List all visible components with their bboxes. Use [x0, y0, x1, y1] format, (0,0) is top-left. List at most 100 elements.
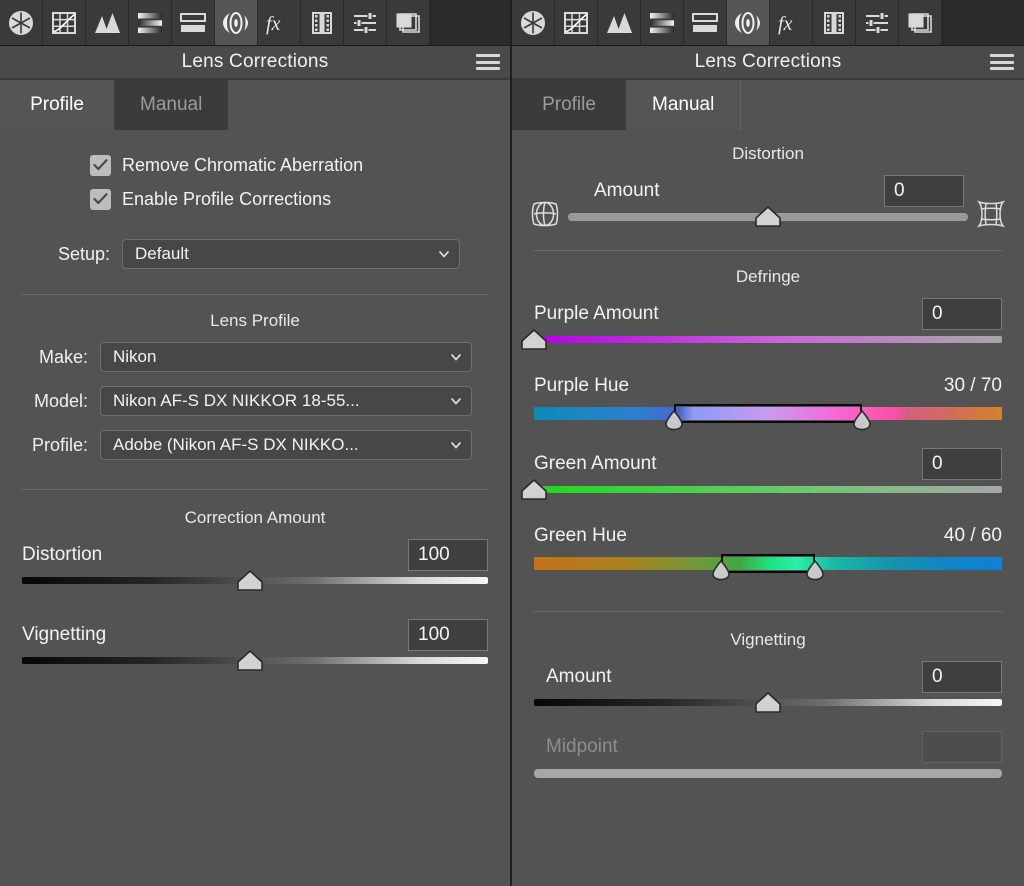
- slider-knob-distortion-amount[interactable]: [754, 206, 782, 228]
- slider-value-distortion-amount[interactable]: 0: [884, 175, 964, 207]
- slider-track-green-amount[interactable]: [521, 479, 1002, 509]
- slider-track-fill-purple-amount: [534, 336, 1002, 343]
- setup-select[interactable]: Default: [122, 239, 460, 269]
- toolbar-filler: [430, 0, 510, 45]
- slider-knob-purple-amount[interactable]: [520, 329, 548, 351]
- slider-value-purple-amount[interactable]: 0: [922, 298, 1002, 330]
- detail-icon[interactable]: [598, 0, 640, 45]
- slider-value-vignetting[interactable]: 100: [408, 619, 488, 651]
- slider-label-green-hue: Green Hue: [534, 525, 627, 546]
- hsl-grayscale-icon[interactable]: [129, 0, 171, 45]
- effects-fx-icon[interactable]: fx: [770, 0, 812, 45]
- slider-knob-green-hue-low[interactable]: [707, 559, 735, 581]
- aperture-basic-icon[interactable]: [512, 0, 554, 45]
- slider-knob-green-amount[interactable]: [520, 479, 548, 501]
- slider-green-amount: Green Amount 0: [521, 447, 1002, 509]
- lens-corrections-app: fx Lens Corrections Profile Manual Remov…: [0, 0, 1024, 886]
- distortion-amount-row: Amount 0: [512, 174, 1024, 236]
- tab-manual[interactable]: Manual: [114, 80, 229, 130]
- slider-value-vignetting-amount[interactable]: 0: [922, 661, 1002, 693]
- lens-corrections-icon[interactable]: [215, 0, 257, 45]
- model-select[interactable]: Nikon AF-S DX NIKKOR 18-55...: [100, 386, 472, 416]
- right-panel-title: Lens Corrections: [694, 51, 842, 72]
- chevron-down-icon: [451, 442, 461, 449]
- tone-curve-icon[interactable]: [43, 0, 85, 45]
- slider-knob-distortion[interactable]: [236, 570, 264, 592]
- left-panel: fx Lens Corrections Profile Manual Remov…: [0, 0, 512, 886]
- make-select[interactable]: Nikon: [100, 342, 472, 372]
- camera-calibration-icon[interactable]: [813, 0, 855, 45]
- hamburger-menu-icon[interactable]: [990, 54, 1014, 70]
- slider-knob-vignetting-amount[interactable]: [754, 692, 782, 714]
- lens-profile-heading: Lens Profile: [210, 311, 300, 330]
- check-icon: [93, 159, 108, 171]
- checkbox-remove-chromatic-aberration[interactable]: [90, 154, 111, 176]
- slider-knob-purple-hue-high[interactable]: [848, 409, 876, 431]
- tone-curve-icon[interactable]: [555, 0, 597, 45]
- slider-knob-purple-hue-low[interactable]: [660, 409, 688, 431]
- snapshots-layers-icon[interactable]: [899, 0, 941, 45]
- slider-track-purple-hue[interactable]: [534, 403, 1002, 437]
- slider-purple-amount: Purple Amount 0: [521, 297, 1002, 359]
- profile-row: Profile: Adobe (Nikon AF-S DX NIKKO...: [22, 429, 472, 461]
- slider-knob-vignetting[interactable]: [236, 650, 264, 672]
- tab-row-filler: [740, 80, 1024, 130]
- profile-label: Profile:: [31, 434, 88, 455]
- aperture-basic-icon[interactable]: [0, 0, 42, 45]
- checkbox-row-remove-chromatic-aberration[interactable]: Remove Chromatic Aberration: [90, 148, 510, 182]
- camera-calibration-icon[interactable]: [301, 0, 343, 45]
- right-panel-tabs: Profile Manual: [512, 80, 1024, 130]
- split-toning-icon[interactable]: [684, 0, 726, 45]
- divider-above-correction-amount: [22, 489, 488, 490]
- slider-track-distortion[interactable]: [22, 570, 488, 600]
- setup-select-value: Default: [135, 244, 189, 263]
- split-toning-icon[interactable]: [172, 0, 214, 45]
- slider-value-green-amount[interactable]: 0: [922, 448, 1002, 480]
- profile-select[interactable]: Adobe (Nikon AF-S DX NIKKO...: [100, 430, 472, 460]
- slider-value-green-hue[interactable]: 40 / 60: [944, 525, 1002, 547]
- tab-manual[interactable]: Manual: [626, 80, 741, 130]
- detail-icon[interactable]: [86, 0, 128, 45]
- hamburger-menu-icon[interactable]: [476, 54, 500, 70]
- slider-label-purple-hue: Purple Hue: [534, 375, 630, 396]
- slider-purple-hue: Purple Hue 30 / 70: [534, 369, 1002, 437]
- slider-green-hue: Green Hue 40 / 60: [534, 519, 1002, 587]
- tab-profile[interactable]: Profile: [512, 80, 626, 130]
- lens-corrections-icon[interactable]: [727, 0, 769, 45]
- slider-value-distortion[interactable]: 100: [408, 539, 488, 571]
- slider-value-vignetting-midpoint: [922, 731, 1002, 763]
- tab-profile[interactable]: Profile: [0, 80, 114, 130]
- slider-label-distortion-amount: Amount: [594, 180, 660, 201]
- vignetting-heading: Vignetting: [730, 630, 806, 649]
- slider-knob-green-hue-high[interactable]: [801, 559, 829, 581]
- slider-value-purple-hue[interactable]: 30 / 70: [944, 375, 1002, 397]
- hsl-grayscale-icon[interactable]: [641, 0, 683, 45]
- slider-track-distortion-amount[interactable]: [568, 206, 968, 236]
- chevron-down-icon: [451, 354, 461, 361]
- presets-sliders-icon[interactable]: [856, 0, 898, 45]
- slider-track-purple-amount[interactable]: [521, 329, 1002, 359]
- slider-label-distortion: Distortion: [22, 544, 103, 565]
- slider-track-vignetting-amount[interactable]: [534, 692, 1002, 722]
- snapshots-layers-icon[interactable]: [387, 0, 429, 45]
- model-select-value: Nikon AF-S DX NIKKOR 18-55...: [113, 391, 360, 410]
- svg-text:fx: fx: [266, 13, 281, 35]
- effects-fx-icon[interactable]: fx: [258, 0, 300, 45]
- presets-sliders-icon[interactable]: [344, 0, 386, 45]
- chevron-down-icon: [439, 251, 449, 258]
- slider-track-green-hue[interactable]: [534, 553, 1002, 587]
- checkbox-row-enable-profile-corrections[interactable]: Enable Profile Corrections: [90, 182, 510, 216]
- checkbox-enable-profile-corrections[interactable]: [90, 188, 111, 210]
- slider-label-purple-amount: Purple Amount: [534, 303, 659, 324]
- slider-track-fill-vignetting-midpoint: [534, 769, 1002, 778]
- slider-vignetting-amount: Amount 0: [534, 660, 1002, 722]
- model-label: Model:: [33, 390, 88, 411]
- slider-label-vignetting-midpoint: Midpoint: [546, 736, 618, 757]
- barrel-distortion-icon: [528, 198, 562, 232]
- checkbox-label-remove-chromatic-aberration: Remove Chromatic Aberration: [122, 154, 364, 175]
- tab-row-filler: [228, 80, 510, 130]
- divider-above-lens-profile: [22, 294, 488, 295]
- slider-vignetting: Vignetting 100: [22, 618, 488, 680]
- left-module-toolbar: fx: [0, 0, 510, 46]
- slider-track-vignetting[interactable]: [22, 650, 488, 680]
